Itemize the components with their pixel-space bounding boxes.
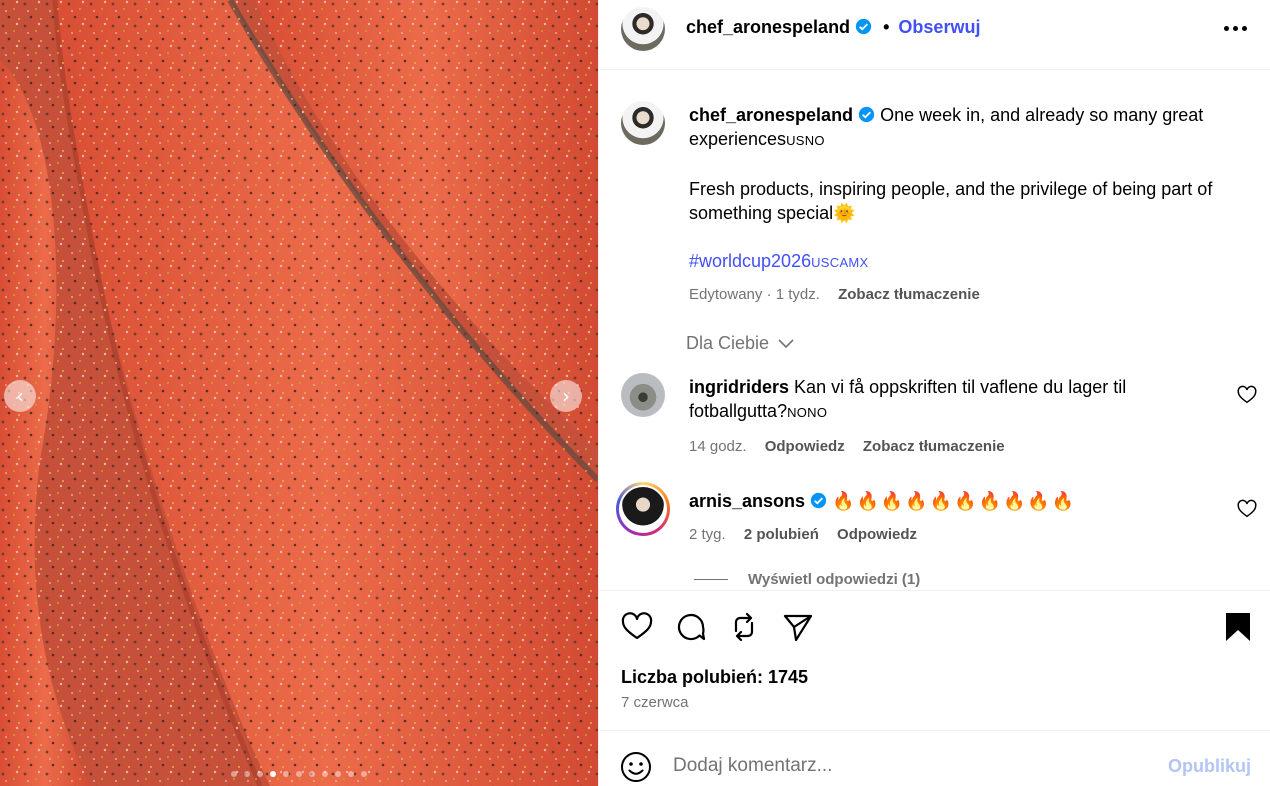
sun-emoji-icon: 🌞 <box>833 203 856 223</box>
carousel-dot <box>257 771 263 777</box>
flag-emojis: USNO <box>786 133 825 148</box>
comment-username[interactable]: arnis_ansons <box>689 491 805 511</box>
comment-time[interactable]: 14 godz. <box>689 438 747 455</box>
fire-emojis: 🔥🔥🔥🔥🔥🔥🔥🔥🔥🔥 <box>832 491 1077 511</box>
carousel-dot <box>270 771 276 777</box>
post-actions: Liczba polubień: 1745 7 czerwca <box>599 590 1270 730</box>
comment-sort-dropdown[interactable]: Dla Ciebie <box>686 333 794 354</box>
post-date: 7 czerwca <box>621 694 689 711</box>
view-replies-label: Wyświetl odpowiedzi (1) <box>748 571 921 588</box>
comment-meta: 14 godz. Odpowiedz Zobacz tłumaczenie <box>689 435 1229 459</box>
verified-badge-icon <box>810 492 827 509</box>
sort-label: Dla Ciebie <box>686 333 770 353</box>
salmon-fillets-photo <box>0 0 598 786</box>
chevron-left-icon: ‹ <box>16 384 24 408</box>
post-caption: chef_aronespeland One week in, and alrea… <box>689 103 1249 307</box>
flag-emojis: USCAMX <box>811 255 869 270</box>
comment-composer: Opublikuj <box>599 730 1270 786</box>
more-options-icon[interactable] <box>1224 26 1248 32</box>
post-header: chef_aronespeland • Obserwuj <box>599 0 1270 70</box>
replies-divider <box>694 579 728 580</box>
verified-badge-icon <box>855 18 872 35</box>
comment-item: arnis_ansons 🔥🔥🔥🔥🔥🔥🔥🔥🔥🔥 2 tyg. 2 polubie… <box>689 489 1229 547</box>
carousel-indicator <box>0 771 598 777</box>
see-translation-link[interactable]: Zobacz tłumaczenie <box>838 286 980 303</box>
like-heart-icon[interactable] <box>620 610 654 644</box>
avatar[interactable] <box>621 7 665 51</box>
post-details-panel: chef_aronespeland • Obserwuj chef_arones… <box>598 0 1270 786</box>
chevron-right-icon: › <box>562 384 570 408</box>
carousel-dot <box>348 771 354 777</box>
hashtag-link[interactable]: #worldcup2026 <box>689 251 811 271</box>
reply-button[interactable]: Odpowiedz <box>765 438 845 455</box>
like-comment-heart-icon[interactable] <box>1236 384 1258 406</box>
like-comment-heart-icon[interactable] <box>1236 498 1258 520</box>
carousel-dot <box>335 771 341 777</box>
caption-text-line2: Fresh products, inspiring people, and th… <box>689 179 1213 223</box>
carousel-dot <box>361 771 367 777</box>
carousel-prev-button[interactable]: ‹ <box>4 380 36 412</box>
follow-button[interactable]: Obserwuj <box>898 17 980 37</box>
flag-emojis: NONO <box>787 405 828 420</box>
caption-meta: Edytowany · 1 tydz. Zobacz tłumaczenie <box>689 286 980 303</box>
caption-author[interactable]: chef_aronespeland <box>689 105 853 125</box>
bullet-separator: • <box>883 17 890 37</box>
verified-badge-icon <box>858 106 875 123</box>
publish-button[interactable]: Opublikuj <box>1168 756 1251 777</box>
edited-label: Edytowany <box>689 286 763 303</box>
reply-button[interactable]: Odpowiedz <box>837 526 917 543</box>
carousel-dot <box>309 771 315 777</box>
author-line: chef_aronespeland • Obserwuj <box>686 17 980 38</box>
author-username[interactable]: chef_aronespeland <box>686 17 850 37</box>
carousel-dot <box>231 771 237 777</box>
commenter-avatar[interactable] <box>621 373 665 417</box>
commenter-avatar-story-ring[interactable] <box>616 482 670 536</box>
comment-meta: 2 tyg. 2 polubień Odpowiedz <box>689 523 1229 547</box>
see-translation-link[interactable]: Zobacz tłumaczenie <box>863 438 1005 455</box>
comment-bubble-icon[interactable] <box>674 610 708 644</box>
post-media[interactable]: ‹ › <box>0 0 598 786</box>
comment-time[interactable]: 2 tyg. <box>689 526 726 543</box>
carousel-dot <box>244 771 250 777</box>
share-send-icon[interactable] <box>781 610 815 644</box>
like-count[interactable]: Liczba polubień: 1745 <box>621 667 808 688</box>
save-bookmark-icon[interactable] <box>1221 610 1255 644</box>
view-replies-button[interactable]: Wyświetl odpowiedzi (1) <box>694 571 920 588</box>
caption-avatar[interactable] <box>621 101 665 145</box>
comment-username[interactable]: ingridriders <box>689 377 789 397</box>
carousel-dot <box>283 771 289 777</box>
caption-time[interactable]: 1 tydz. <box>776 286 820 303</box>
comment-likes[interactable]: 2 polubień <box>744 526 819 543</box>
emoji-picker-icon[interactable] <box>619 750 653 784</box>
carousel-next-button[interactable]: › <box>550 380 582 412</box>
comment-item: ingridriders Kan vi få oppskriften til v… <box>689 375 1229 459</box>
carousel-dot <box>322 771 328 777</box>
repost-icon[interactable] <box>727 610 761 644</box>
chevron-down-icon <box>778 339 794 349</box>
carousel-dot <box>296 771 302 777</box>
comment-input[interactable] <box>673 753 1153 779</box>
